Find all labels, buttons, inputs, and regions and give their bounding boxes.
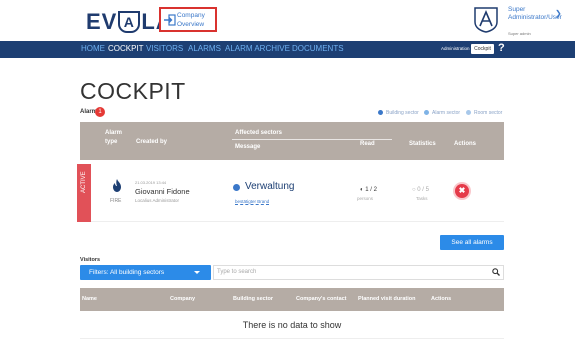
legend-alarm-sector: Alarm sector	[424, 110, 460, 116]
col-company-contact: Company's contact	[296, 296, 347, 302]
caret-down-icon	[194, 271, 200, 274]
alarm-creator-role: Localius Administrator	[135, 198, 180, 203]
read-count: ◐ 1 / 2	[360, 187, 377, 193]
building-sector-icon	[233, 184, 240, 191]
nav-visitors[interactable]: VISITORS	[146, 44, 183, 53]
legend-room-sector: Room sector	[466, 110, 502, 116]
user-name[interactable]: Super Administrator/User	[508, 6, 562, 22]
alarm-date: 21.03.2019 13:44	[135, 180, 167, 185]
page-title: COCKPIT	[80, 78, 186, 104]
col-read: Read	[360, 141, 375, 147]
visitor-search-input[interactable]	[213, 265, 504, 280]
building-sector-dot-icon	[378, 110, 383, 115]
cockpit-button[interactable]: Cockpit	[471, 44, 494, 54]
help-icon[interactable]: ?	[498, 42, 505, 54]
main-nav: HOME COCKPIT VISITORS ALARMS ALARM ARCHI…	[0, 41, 575, 58]
login-arrow-icon	[164, 14, 176, 26]
empty-state-message: There is no data to show	[80, 311, 504, 339]
nav-alarms[interactable]: ALARMS	[188, 44, 221, 53]
col-affected-sectors: Affected sectors	[235, 130, 283, 136]
col-company: Company	[170, 296, 196, 302]
col-alarm-type: Alarm type	[105, 130, 123, 145]
col-created-by: Created by	[136, 139, 168, 145]
nav-alarm-archive[interactable]: ALARM ARCHIVE	[225, 44, 290, 53]
see-all-alarms-button[interactable]: See all alarms	[440, 235, 504, 250]
col-name: Name	[82, 296, 97, 302]
nav-cockpit[interactable]: COCKPIT	[108, 44, 144, 53]
user-avatar-icon[interactable]	[472, 7, 500, 33]
user-role: Super admin	[508, 31, 531, 36]
col-statistics: Statistics	[409, 141, 436, 147]
legend-building-sector: Building sector	[378, 110, 419, 116]
alarms-count-badge: 1	[95, 107, 105, 117]
top-bar: EVALARM® Company Overview Super Administ…	[0, 0, 575, 41]
nav-documents[interactable]: DOCUMENTS	[292, 44, 344, 53]
search-icon[interactable]	[492, 268, 500, 276]
statistics-count: ○ 0 / 5	[412, 187, 429, 193]
alarm-creator-name: Giovanni Fidone	[135, 187, 190, 196]
affected-sector-name[interactable]: Verwaltung	[245, 181, 294, 192]
company-overview-label: Company Overview	[177, 12, 205, 28]
close-alarm-icon[interactable]: ✖	[455, 184, 469, 198]
read-sub-label: persons	[357, 196, 374, 201]
building-sector-filter[interactable]: Filters: All building sectors	[80, 265, 211, 280]
alarm-sector-dot-icon	[424, 110, 429, 115]
col-visitor-actions: Actions	[431, 296, 452, 302]
col-building-sector: Building sector	[233, 296, 274, 302]
alarm-type-label: FIRE	[110, 198, 122, 204]
search-placeholder: Type to search	[217, 269, 257, 275]
col-message: Message	[235, 144, 261, 150]
alarm-message-link[interactable]: bestätigter Brand	[235, 199, 270, 205]
fire-icon	[113, 179, 121, 192]
statistics-sub-label: Tasks	[416, 196, 428, 201]
nav-home[interactable]: HOME	[81, 44, 105, 53]
room-sector-dot-icon	[466, 110, 471, 115]
shield-a-icon: A	[118, 11, 141, 33]
col-actions: Actions	[454, 141, 477, 147]
col-planned-visit-duration: Planned visit duration	[358, 296, 416, 302]
active-status-tag: ACTIVE	[77, 164, 91, 222]
nav-administration[interactable]: Administration	[441, 46, 470, 51]
visitors-label: Visitors	[80, 257, 101, 263]
company-overview-button[interactable]: Company Overview	[159, 7, 217, 32]
chevron-down-icon[interactable]: ❯	[555, 9, 562, 18]
